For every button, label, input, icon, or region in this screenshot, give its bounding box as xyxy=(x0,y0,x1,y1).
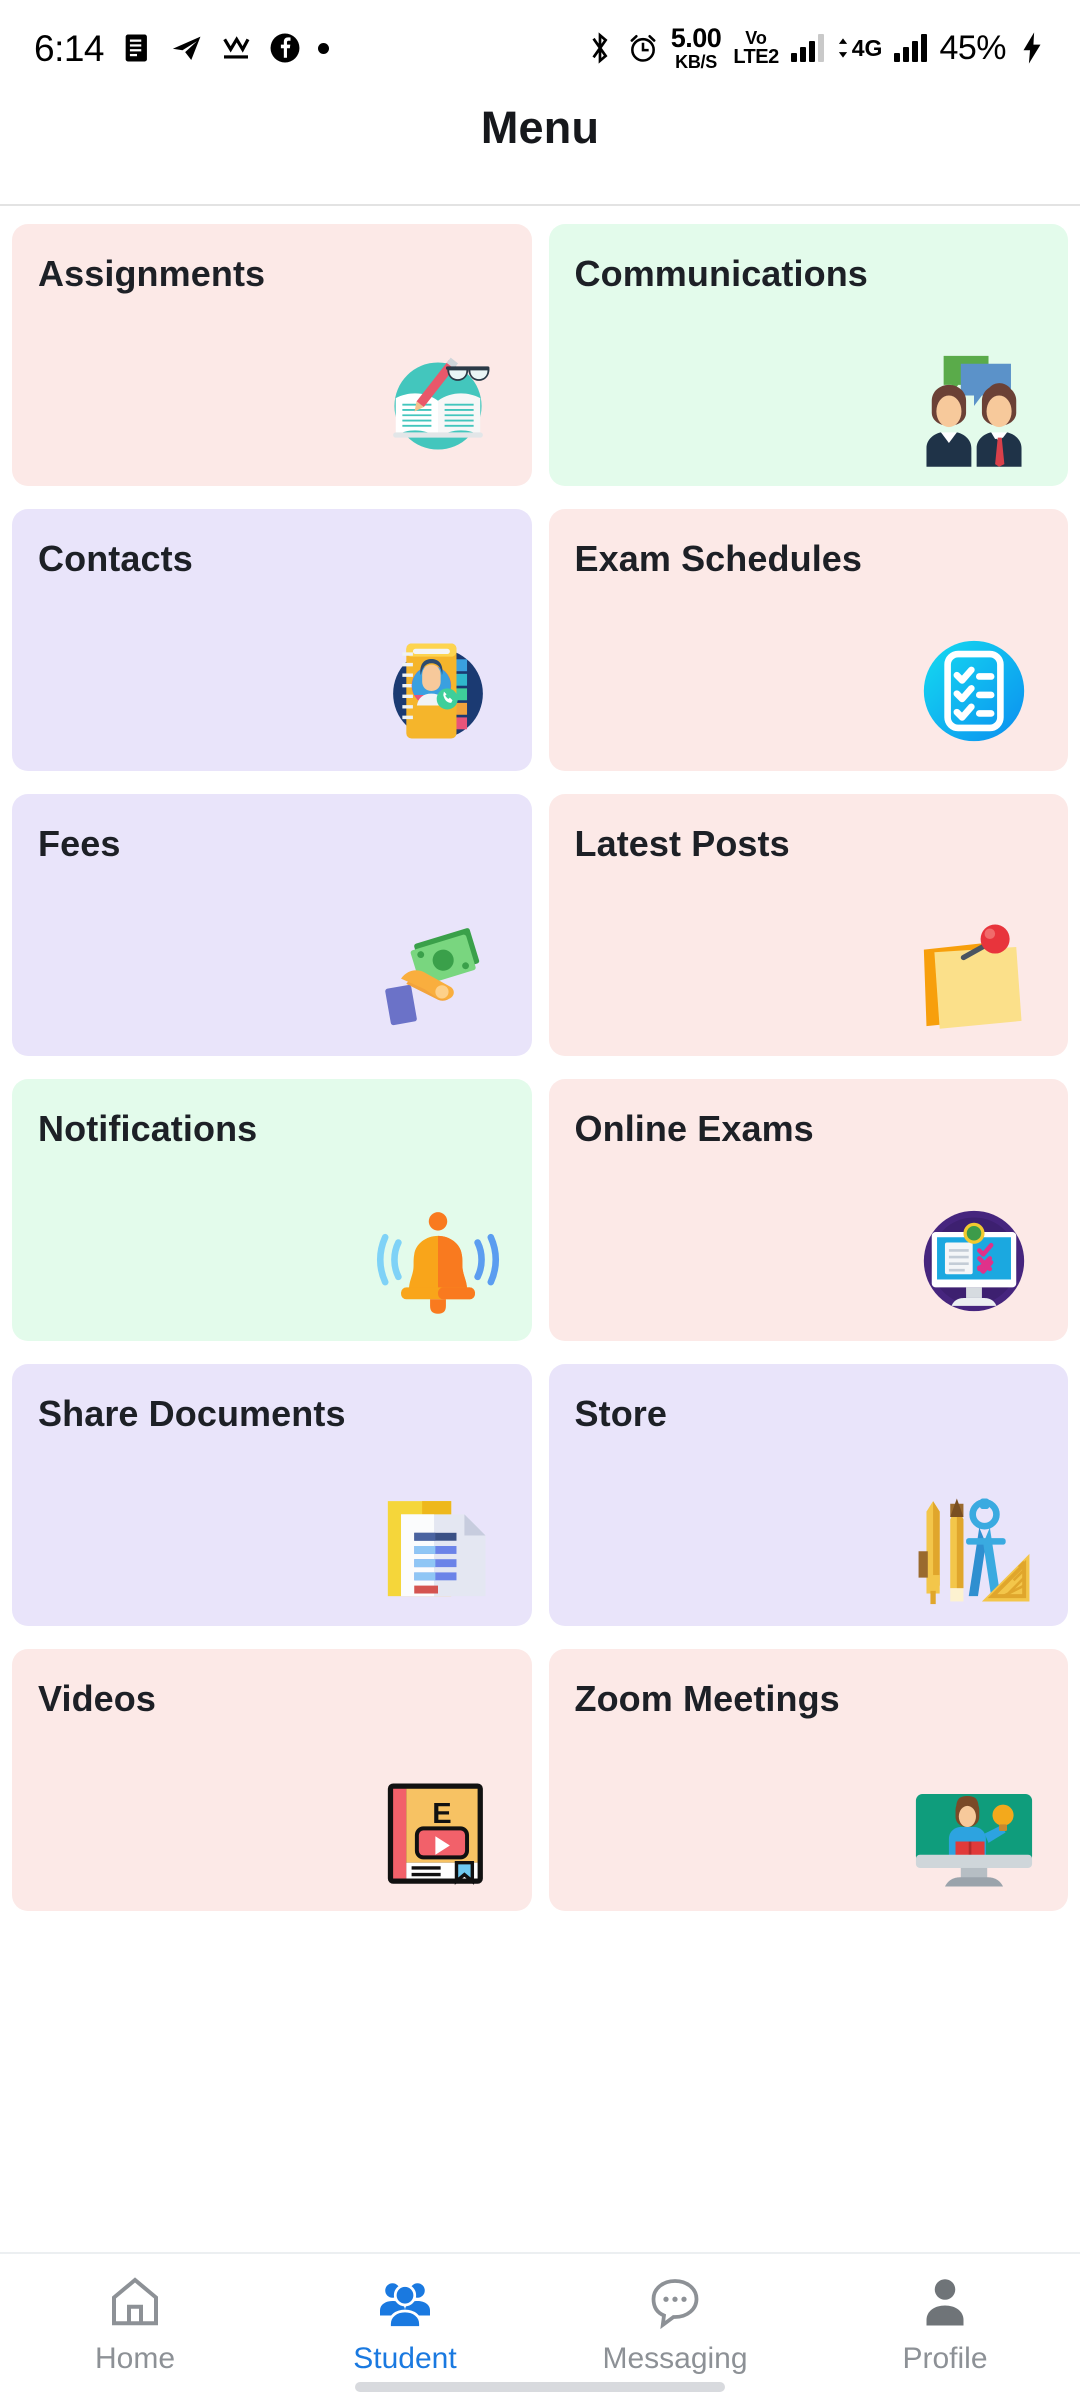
menu-card-share-documents[interactable]: Share Documents xyxy=(12,1364,532,1626)
home-icon xyxy=(105,2272,165,2332)
book-pencil-glasses-icon xyxy=(372,340,504,472)
menu-card-fees[interactable]: Fees xyxy=(12,794,532,1056)
nav-item-messaging[interactable]: Messaging xyxy=(540,2272,810,2376)
news-app-icon xyxy=(120,31,154,65)
volte-indicator: Vo LTE2 xyxy=(733,28,779,68)
menu-card-videos[interactable]: Videos E xyxy=(12,1649,532,1911)
chat-icon xyxy=(645,2272,705,2332)
app-header: Menu xyxy=(0,96,1080,206)
menu-card-communications[interactable]: Communications xyxy=(548,224,1068,486)
hand-money-icon xyxy=(372,910,504,1042)
charging-bolt-icon xyxy=(1018,31,1046,65)
menu-card-notifications[interactable]: Notifications xyxy=(12,1079,532,1341)
network-speed-indicator: 5.00 KB/S xyxy=(670,23,722,72)
facebook-icon xyxy=(268,31,302,65)
nav-item-profile[interactable]: Profile xyxy=(810,2272,1080,2376)
app-screen: 6:14 5.00 KB/S Vo LTE2 4G 45% Menu Assig… xyxy=(0,0,1080,2400)
volte-line2: LTE2 xyxy=(733,46,779,68)
menu-card-latest-posts[interactable]: Latest Posts xyxy=(548,794,1068,1056)
signal-bars-sim1-icon xyxy=(790,34,824,62)
sticky-note-pin-icon xyxy=(908,910,1040,1042)
monitor-quiz-icon xyxy=(908,1195,1040,1327)
document-share-icon xyxy=(372,1480,504,1612)
network-speed-value: 5.00 xyxy=(670,23,722,53)
people-icon xyxy=(375,2272,435,2332)
monitor-presenter-icon xyxy=(908,1765,1040,1897)
person-icon xyxy=(915,2272,975,2332)
telegram-icon xyxy=(170,31,204,65)
menu-card-label: Videos xyxy=(38,1678,156,1719)
menu-card-label: Exam Schedules xyxy=(574,538,863,579)
svg-text:E: E xyxy=(432,1798,451,1830)
nav-item-label: Profile xyxy=(902,2342,988,2375)
page-title: Menu xyxy=(480,102,600,153)
menu-card-label: Zoom Meetings xyxy=(574,1678,840,1719)
menu-card-label: Latest Posts xyxy=(574,823,790,864)
menu-card-contacts[interactable]: Contacts xyxy=(12,509,532,771)
network-speed-unit: KB/S xyxy=(675,52,717,72)
status-bar-right: 5.00 KB/S Vo LTE2 4G 45% xyxy=(585,25,1046,71)
nav-item-student[interactable]: Student xyxy=(270,2272,540,2376)
signal-bars-sim2-icon xyxy=(894,34,928,62)
network-type-indicator: 4G xyxy=(836,34,883,62)
stationery-icon xyxy=(908,1480,1040,1612)
medium-icon xyxy=(220,32,252,64)
menu-card-label: Notifications xyxy=(38,1108,258,1149)
menu-card-exam-schedules[interactable]: Exam Schedules xyxy=(548,509,1068,771)
dot-indicator-icon xyxy=(318,42,330,54)
menu-card-label: Communications xyxy=(574,253,868,294)
menu-card-online-exams[interactable]: Online Exams xyxy=(548,1079,1068,1341)
battery-percent-label: 45% xyxy=(939,28,1006,67)
nav-item-label: Home xyxy=(94,2342,176,2375)
menu-card-label: Online Exams xyxy=(574,1108,814,1149)
volte-line1: Vo xyxy=(745,28,767,48)
nav-item-label: Messaging xyxy=(602,2342,748,2375)
video-book-icon: E xyxy=(372,1765,504,1897)
menu-card-label: Share Documents xyxy=(38,1393,346,1434)
checklist-icon xyxy=(908,625,1040,757)
gesture-home-indicator[interactable] xyxy=(355,2382,725,2392)
status-clock: 6:14 xyxy=(34,27,105,69)
menu-card-assignments[interactable]: Assignments xyxy=(12,224,532,486)
menu-card-store[interactable]: Store xyxy=(548,1364,1068,1626)
bell-icon xyxy=(372,1195,504,1327)
menu-card-label: Assignments xyxy=(38,253,266,294)
bluetooth-icon xyxy=(585,31,615,65)
menu-card-label: Store xyxy=(574,1393,668,1434)
menu-card-label: Fees xyxy=(38,823,121,864)
status-bar-left: 6:14 xyxy=(34,27,330,69)
nav-item-home[interactable]: Home xyxy=(0,2272,270,2376)
network-type-label: 4G xyxy=(851,34,883,61)
menu-grid: Assignments Communications Contacts Exam… xyxy=(12,224,1068,1911)
menu-card-label: Contacts xyxy=(38,538,193,579)
status-bar: 6:14 5.00 KB/S Vo LTE2 4G 45% xyxy=(0,0,1080,96)
people-chat-icon xyxy=(908,340,1040,472)
menu-content: Assignments Communications Contacts Exam… xyxy=(0,206,1080,2252)
alarm-icon xyxy=(627,32,659,64)
bottom-navigation-bar: Home Student Messaging Profile xyxy=(0,2252,1080,2400)
nav-item-label: Student xyxy=(353,2342,457,2375)
menu-card-zoom-meetings[interactable]: Zoom Meetings xyxy=(548,1649,1068,1911)
address-book-icon xyxy=(372,625,504,757)
